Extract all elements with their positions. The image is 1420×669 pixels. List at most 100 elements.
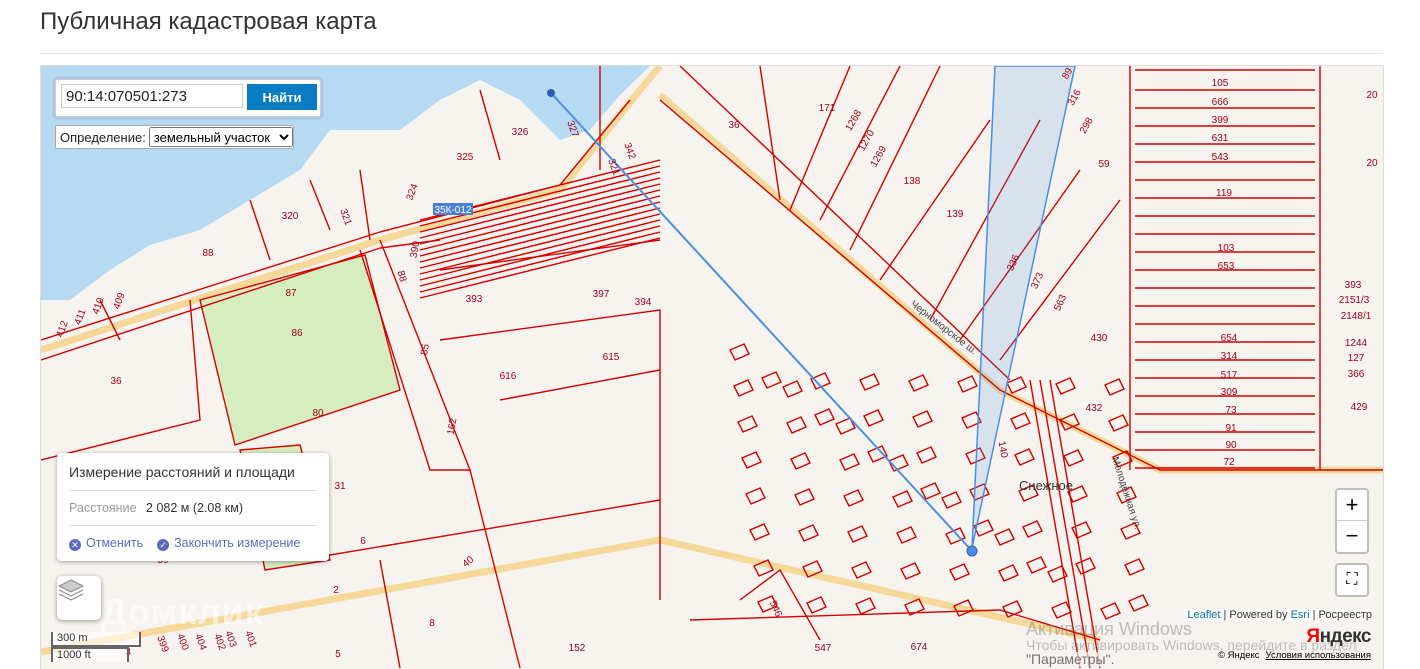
parcel-label: 393 bbox=[466, 294, 483, 305]
parcel-label: 399 bbox=[154, 634, 170, 654]
parcel-label: 85 bbox=[419, 343, 432, 356]
parcel-boundary bbox=[849, 66, 941, 251]
parcel-label: 615 bbox=[603, 352, 620, 363]
distance-row: Расстояние 2 082 м (2.08 км) bbox=[69, 491, 317, 526]
parcel-boundary bbox=[1124, 558, 1145, 576]
scale-bar: 300 m 1000 ft bbox=[51, 632, 141, 662]
parcel-boundary bbox=[1128, 594, 1149, 612]
parcel-boundary bbox=[359, 169, 371, 241]
parcel-label: 127 bbox=[1348, 353, 1365, 364]
definition-select[interactable]: земельный участок bbox=[148, 127, 293, 147]
measure-title: Измерение расстояний и площади bbox=[69, 464, 317, 491]
parcel-boundary bbox=[1022, 520, 1043, 538]
parcel-boundary bbox=[737, 415, 758, 433]
parcel-label: 394 bbox=[635, 297, 652, 308]
parcel-label: 73 bbox=[1225, 405, 1237, 416]
parcel-label: 80 bbox=[312, 408, 324, 419]
parcel-label: 2151/3 bbox=[1339, 295, 1370, 306]
parcel-label: 1269 bbox=[869, 144, 890, 169]
parcel-label: 517 bbox=[1221, 370, 1238, 381]
parcel-label: 543 bbox=[1212, 152, 1229, 163]
esri-link[interactable]: Esri bbox=[1291, 609, 1310, 621]
parcel-label: 40 bbox=[461, 554, 477, 570]
parcel-label: 321 bbox=[605, 157, 621, 177]
zoom-in-button[interactable]: + bbox=[1337, 490, 1367, 521]
map-canvas[interactable]: 326 327325324320 3218887868036412411410 409… bbox=[41, 66, 1383, 669]
parcel-boundary bbox=[309, 179, 331, 231]
find-button[interactable]: Найти bbox=[247, 84, 317, 110]
parcel-boundary bbox=[1014, 448, 1035, 466]
parcel-boundary bbox=[379, 559, 401, 669]
parcel-boundary bbox=[1055, 377, 1076, 395]
parcel-label: 1268 bbox=[844, 108, 865, 133]
parcel-label: 616 bbox=[500, 371, 517, 382]
parcel-label: 8 bbox=[429, 618, 435, 629]
scale-metric: 300 m bbox=[51, 632, 141, 647]
measure-start-point[interactable] bbox=[547, 89, 555, 97]
parcel-boundary bbox=[994, 528, 1015, 546]
parcel-label: 430 bbox=[1091, 333, 1108, 344]
parcel-label: 373 bbox=[1029, 271, 1046, 291]
parcel-label: 412 bbox=[55, 319, 71, 339]
parcel-boundary bbox=[957, 375, 978, 393]
parcel-label: 105 bbox=[1212, 78, 1229, 89]
parcel-boundary bbox=[479, 89, 501, 161]
terms-link[interactable]: Условия использования bbox=[1266, 650, 1371, 661]
parcel-label: 1244 bbox=[1345, 338, 1368, 349]
parcel-label: 59 bbox=[1098, 159, 1110, 170]
parcel-label: 409 bbox=[112, 291, 128, 311]
domclick-watermark: Домклик bbox=[101, 591, 264, 632]
finish-measure-button[interactable]: ✓ Закончить измерение bbox=[157, 536, 300, 551]
parcel-label: 393 bbox=[1345, 280, 1362, 291]
parcel-boundary bbox=[806, 596, 827, 614]
close-icon: ✕ bbox=[69, 539, 81, 551]
cancel-measure-button[interactable]: ✕ Отменить bbox=[69, 536, 143, 551]
parcel-label: 88 bbox=[202, 248, 214, 259]
definition-control: Определение: земельный участок bbox=[55, 125, 294, 149]
parcel-boundary bbox=[745, 487, 766, 505]
parcel-boundary bbox=[879, 119, 991, 281]
layers-button[interactable] bbox=[57, 576, 101, 620]
parcel-boundary bbox=[790, 452, 811, 470]
parcel-label: 2 bbox=[333, 585, 339, 596]
parcel-boundary bbox=[741, 451, 762, 469]
parcel-boundary bbox=[1100, 602, 1121, 620]
fullscreen-button[interactable]: ⛶ bbox=[1335, 563, 1369, 597]
parcel-label: 397 bbox=[593, 289, 610, 300]
parcel-boundary bbox=[782, 380, 803, 398]
parcel-label: 36 bbox=[110, 376, 122, 387]
scale-imperial: 1000 ft bbox=[51, 647, 129, 662]
parcel-boundary bbox=[1108, 414, 1129, 432]
parcel-label: 366 bbox=[1348, 369, 1365, 380]
parcel-label: 400 bbox=[174, 632, 190, 652]
parcel-label: 36 bbox=[728, 120, 740, 131]
parcel-label: 342 bbox=[621, 141, 637, 161]
parcel-label: 309 bbox=[1221, 387, 1238, 398]
parcel-label: 410 bbox=[91, 296, 107, 316]
map-view[interactable]: 326 327 325 324 320 321 88 87 86 80 36 412 411 410 409… bbox=[40, 65, 1384, 669]
zoom-out-button[interactable]: − bbox=[1337, 521, 1367, 551]
measure-end-point[interactable] bbox=[966, 545, 978, 557]
parcel-label: 103 bbox=[1218, 243, 1235, 254]
parcel-label: 404 bbox=[192, 632, 208, 652]
cadastral-number-input[interactable] bbox=[61, 84, 243, 108]
page-title: Публичная кадастровая карта bbox=[40, 8, 377, 35]
parcel-label: 326 bbox=[512, 127, 529, 138]
parcel-label: 72 bbox=[1223, 457, 1235, 468]
yandex-logo[interactable]: Яндекс bbox=[1306, 626, 1371, 648]
parcel-label: 314 bbox=[1221, 351, 1238, 362]
parcel-boundary bbox=[920, 482, 941, 500]
parcel-label: 5 bbox=[335, 649, 341, 660]
parcel-label: 90 bbox=[1225, 440, 1237, 451]
fullscreen-icon: ⛶ bbox=[1346, 571, 1358, 588]
parcel-boundary bbox=[1063, 449, 1084, 467]
parcel-boundary bbox=[733, 379, 754, 397]
parcel-label: 1270 bbox=[857, 128, 878, 153]
parcel-boundary bbox=[912, 410, 933, 428]
parcel-boundary bbox=[729, 343, 750, 361]
parcel-boundary bbox=[1075, 557, 1096, 575]
attribution: Leaflet | Powered by Esri | Росреестр bbox=[1184, 609, 1375, 621]
parcel-boundary bbox=[1002, 600, 1023, 618]
parcel-boundary bbox=[916, 446, 937, 464]
leaflet-link[interactable]: Leaflet bbox=[1187, 609, 1220, 621]
